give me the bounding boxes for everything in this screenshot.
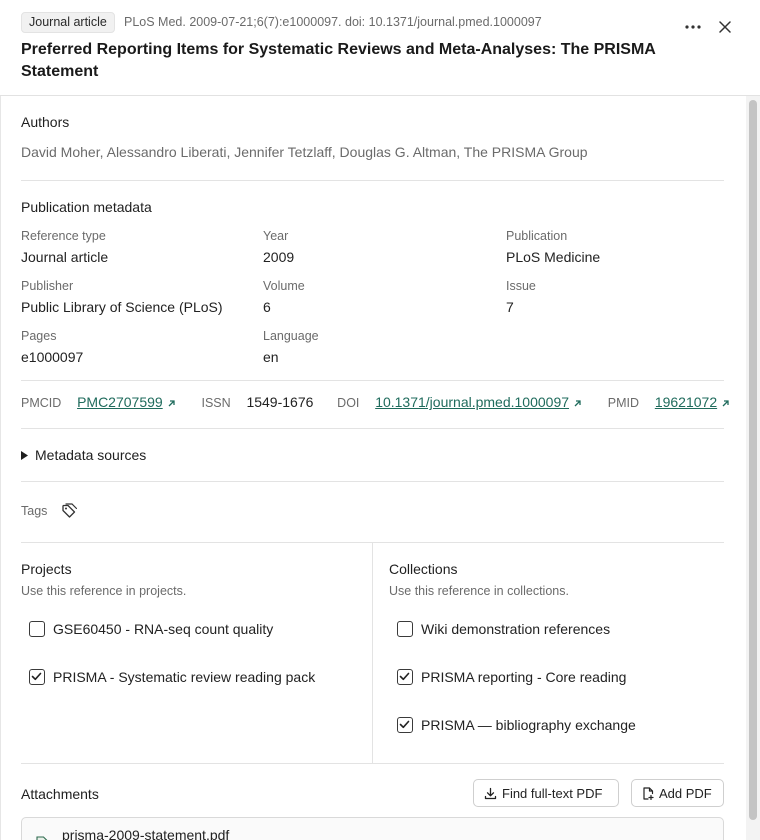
project-checkbox[interactable] bbox=[29, 669, 45, 685]
project-label: GSE60450 - RNA-seq count quality bbox=[53, 621, 274, 637]
field-label: Pages bbox=[21, 329, 57, 343]
metadata-sources-label: Metadata sources bbox=[35, 447, 147, 463]
collection-label: PRISMA reporting - Core reading bbox=[421, 669, 627, 685]
collection-checkbox[interactable] bbox=[397, 669, 413, 685]
find-full-text-pdf-label: Find full-text PDF bbox=[502, 785, 603, 801]
issn-label: ISSN bbox=[201, 396, 231, 410]
tags-label: Tags bbox=[21, 504, 48, 518]
field-value: 6 bbox=[263, 299, 271, 315]
metadata-heading: Publication metadata bbox=[21, 199, 152, 215]
collections-heading: Collections bbox=[389, 561, 458, 577]
add-pdf-label: Add PDF bbox=[659, 785, 712, 801]
attachment-item[interactable]: prisma-2009-statement.pdf bbox=[21, 817, 724, 840]
caret-right-icon bbox=[21, 451, 28, 460]
projects-subtitle: Use this reference in projects. bbox=[21, 584, 187, 598]
field-label: Issue bbox=[506, 279, 536, 293]
collection-label: Wiki demonstration references bbox=[421, 621, 611, 637]
scrollbar-thumb[interactable] bbox=[749, 100, 757, 820]
page-title: Preferred Reporting Items for Systematic… bbox=[21, 41, 656, 80]
collection-label: PRISMA — bibliography exchange bbox=[421, 717, 636, 733]
close-button[interactable] bbox=[712, 14, 738, 40]
field-label: Publisher bbox=[21, 279, 74, 293]
projects-heading: Projects bbox=[21, 561, 72, 577]
project-label: PRISMA - Systematic review reading pack bbox=[53, 669, 316, 685]
pmcid-link[interactable]: PMC2707599 bbox=[77, 394, 163, 410]
collection-checkbox[interactable] bbox=[397, 717, 413, 733]
reference-type-badge: Journal article bbox=[21, 12, 115, 33]
file-icon bbox=[36, 836, 48, 840]
check-icon bbox=[399, 672, 410, 681]
more-options-button[interactable] bbox=[680, 14, 706, 40]
add-tag-button[interactable] bbox=[61, 503, 79, 521]
field-value: PLoS Medicine bbox=[506, 249, 601, 265]
pmcid-label: PMCID bbox=[21, 396, 62, 410]
find-full-text-pdf-button[interactable]: Find full-text PDF bbox=[473, 779, 619, 807]
pmid-link[interactable]: 19621072 bbox=[655, 394, 717, 410]
citation-line: PLoS Med. 2009-07-21;6(7):e1000097. doi:… bbox=[124, 15, 542, 29]
field-label: Year bbox=[263, 229, 289, 243]
project-checkbox[interactable] bbox=[29, 621, 45, 637]
add-pdf-button[interactable]: Add PDF bbox=[631, 779, 724, 807]
check-icon bbox=[31, 672, 42, 681]
external-link-icon bbox=[168, 400, 175, 407]
metadata-sources-toggle[interactable]: Metadata sources bbox=[21, 447, 146, 463]
collection-checkbox[interactable] bbox=[397, 621, 413, 637]
tag-icon bbox=[62, 503, 78, 518]
field-value: Public Library of Science (PLoS) bbox=[21, 299, 223, 315]
divider bbox=[21, 180, 724, 181]
divider bbox=[21, 380, 724, 381]
pmid-label: PMID bbox=[607, 396, 640, 410]
field-value: e1000097 bbox=[21, 349, 84, 365]
close-icon bbox=[719, 21, 731, 33]
field-value: 2009 bbox=[263, 249, 295, 265]
column-divider bbox=[372, 543, 373, 764]
dialog-header: Journal article PLoS Med. 2009-07-21;6(7… bbox=[0, 0, 760, 96]
field-label: Publication bbox=[506, 229, 568, 243]
file-add-icon bbox=[643, 786, 654, 800]
more-icon bbox=[685, 25, 701, 29]
identifiers-row: PMCID PMC2707599 ISSN 1549-1676 DOI 10.1… bbox=[21, 394, 730, 410]
external-link-icon bbox=[574, 400, 581, 407]
authors-list: David Moher, Alessandro Liberati, Jennif… bbox=[21, 144, 588, 160]
download-icon bbox=[484, 787, 497, 799]
doi-label: DOI bbox=[337, 396, 360, 410]
field-value: en bbox=[263, 349, 279, 365]
field-label: Language bbox=[263, 329, 319, 343]
doi-link[interactable]: 10.1371/journal.pmed.1000097 bbox=[375, 394, 569, 410]
divider bbox=[21, 763, 724, 764]
field-value: 7 bbox=[506, 299, 514, 315]
check-icon bbox=[399, 720, 410, 729]
attachments-heading: Attachments bbox=[21, 786, 99, 802]
authors-heading: Authors bbox=[21, 114, 70, 130]
external-link-icon bbox=[722, 400, 729, 407]
issn-value: 1549-1676 bbox=[246, 394, 314, 410]
field-value: Journal article bbox=[21, 249, 109, 265]
attachment-filename: prisma-2009-statement.pdf bbox=[62, 827, 230, 840]
field-label: Reference type bbox=[21, 229, 106, 243]
field-label: Volume bbox=[263, 279, 305, 293]
divider bbox=[21, 481, 724, 482]
divider bbox=[21, 428, 724, 429]
collections-subtitle: Use this reference in collections. bbox=[389, 584, 569, 598]
